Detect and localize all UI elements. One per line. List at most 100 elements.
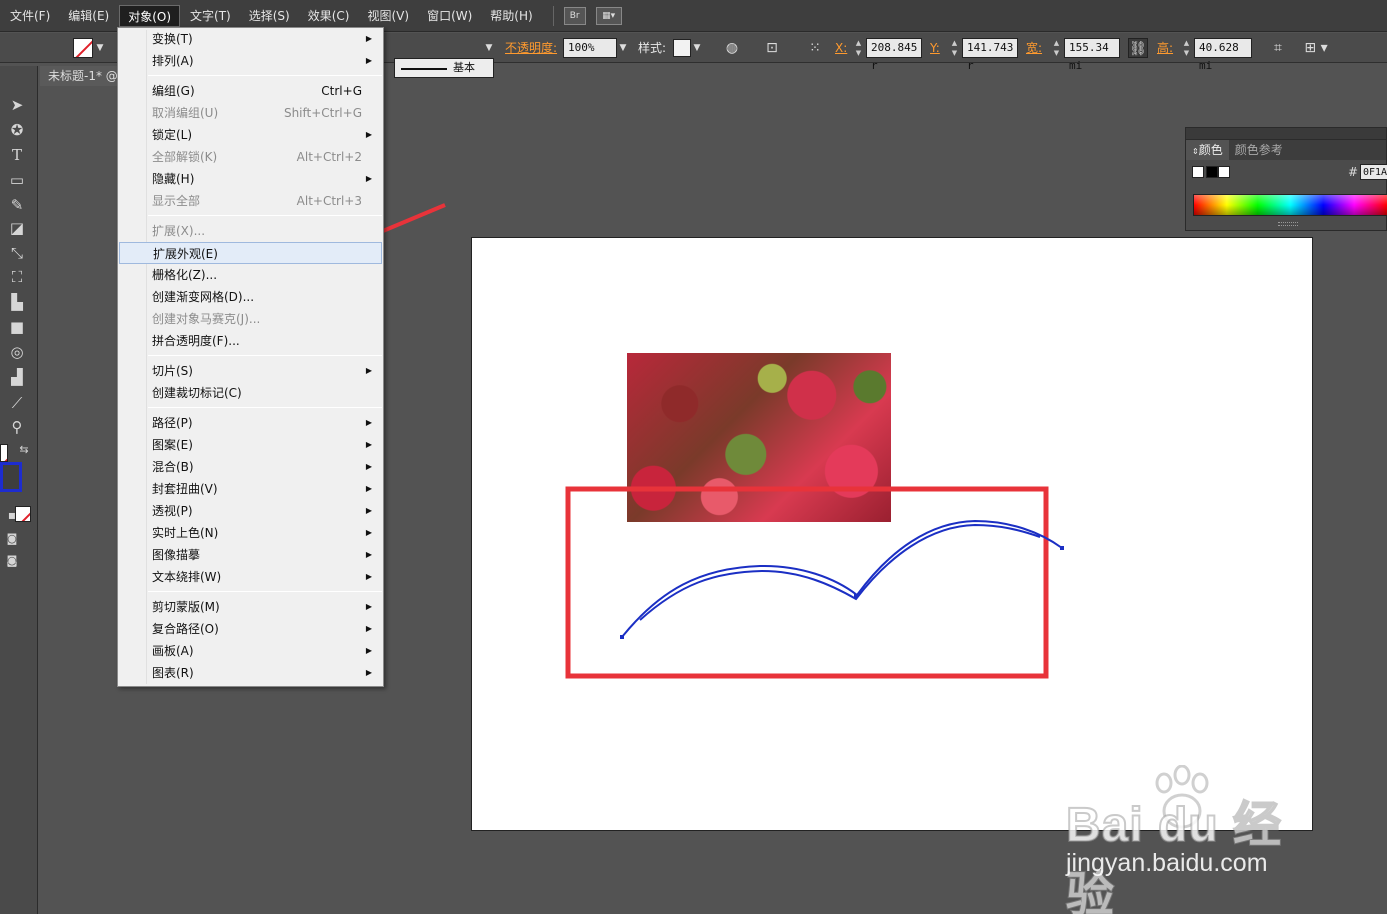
hex-input[interactable]: 0F1A: [1360, 164, 1387, 180]
draw-mode-icon[interactable]: ◙ ◙: [0, 528, 24, 567]
stroke-color-swatch[interactable]: [73, 38, 93, 58]
menu-item-perspective[interactable]: 透视(P) ▶: [119, 500, 382, 522]
screen-mode-icon[interactable]: ▭: [0, 552, 24, 574]
menu-item-path[interactable]: 路径(P) ▶: [119, 412, 382, 434]
menu-object[interactable]: 对象(O): [119, 4, 181, 27]
selection-arrow-icon[interactable]: ➤: [5, 94, 29, 116]
menu-item-clipping-mask[interactable]: 剪切蒙版(M) ▶: [119, 596, 382, 618]
width-stepper[interactable]: ▲ ▼: [1051, 38, 1062, 58]
menu-type[interactable]: 文字(T): [182, 5, 239, 27]
panel-grip[interactable]: [1186, 128, 1386, 140]
none-mode-swatch[interactable]: [15, 506, 31, 522]
menu-item-graph[interactable]: 图表(R) ▶: [119, 662, 382, 684]
panel-resize-handle[interactable]: [1278, 222, 1298, 226]
workspace-layout-icon[interactable]: ▦▾: [595, 6, 622, 25]
menu-item-envelope-distort[interactable]: 封套扭曲(V) ▶: [119, 478, 382, 500]
bridge-icon[interactable]: Br: [563, 6, 586, 25]
autumn-leaves-image[interactable]: [627, 353, 891, 522]
fill-color-swatch[interactable]: [0, 462, 22, 492]
menu-item-slice[interactable]: 切片(S) ▶: [119, 360, 382, 382]
menu-item-lock[interactable]: 锁定(L) ▶: [119, 124, 382, 146]
black-swatch[interactable]: [1206, 166, 1218, 178]
menu-item-group[interactable]: 编组(G) Ctrl+G: [119, 80, 382, 102]
menu-item-unlock-all[interactable]: 全部解锁(K) Alt+Ctrl+2: [119, 146, 382, 168]
none-swatch[interactable]: [1192, 166, 1204, 178]
recolor-icon[interactable]: ◍: [722, 38, 742, 58]
align-to-icon[interactable]: ⊡: [762, 38, 782, 58]
menu-item-expand-appearance[interactable]: 扩展外观(E): [119, 242, 382, 264]
shape-builder-icon[interactable]: ◎: [5, 341, 29, 363]
width-input[interactable]: 155.34 mi: [1064, 38, 1120, 72]
menu-item-text-wrap[interactable]: 文本绕排(W) ▶: [119, 566, 382, 588]
gradient-icon[interactable]: ■: [5, 316, 29, 338]
zoom-icon[interactable]: ⚲: [5, 416, 29, 438]
opacity-input[interactable]: 100%: [563, 38, 617, 58]
x-input[interactable]: 208.845 r: [866, 38, 922, 72]
scale-icon[interactable]: ⤡: [5, 242, 29, 264]
menu-item-image-trace[interactable]: 图像描摹 ▶: [119, 544, 382, 566]
rectangle-icon[interactable]: ▭: [5, 169, 29, 191]
reference-point-icon[interactable]: ⁙: [805, 38, 825, 58]
stroke-none-swatch[interactable]: [0, 444, 8, 462]
menu-item-show-all[interactable]: 显示全部 Alt+Ctrl+3: [119, 190, 382, 212]
y-input[interactable]: 141.743 r: [962, 38, 1018, 72]
eraser-icon[interactable]: ◪: [5, 217, 29, 239]
color-spectrum[interactable]: [1193, 194, 1387, 216]
chevron-down-icon[interactable]: ▼: [94, 38, 106, 58]
menu-item-create-gradient-mesh[interactable]: 创建渐变网格(D)...: [119, 286, 382, 308]
free-transform-icon[interactable]: ⛶: [5, 266, 29, 288]
menu-item-pattern[interactable]: 图案(E) ▶: [119, 434, 382, 456]
menu-item-rasterize[interactable]: 栅格化(Z)...: [119, 264, 382, 286]
menu-item-create-object-mosaic[interactable]: 创建对象马赛克(J)...: [119, 308, 382, 330]
menu-select[interactable]: 选择(S): [241, 5, 298, 27]
panel-menu-icon[interactable]: ⊞ ▾: [1298, 38, 1334, 58]
chevron-down-icon[interactable]: ▼: [691, 38, 703, 58]
width-label[interactable]: 宽:: [1026, 38, 1042, 58]
height-label[interactable]: 高:: [1157, 38, 1173, 58]
x-label[interactable]: X:: [835, 38, 847, 58]
type-icon[interactable]: T: [5, 144, 29, 166]
menu-item-expand[interactable]: 扩展(X)...: [119, 220, 382, 242]
menu-window[interactable]: 窗口(W): [419, 5, 480, 27]
height-stepper[interactable]: ▲ ▼: [1181, 38, 1192, 58]
graph-icon[interactable]: ▟: [5, 366, 29, 388]
tab-color[interactable]: ⇕颜色: [1186, 140, 1229, 160]
chevron-down-icon[interactable]: ▼: [617, 38, 629, 58]
chevron-down-icon[interactable]: ▼: [483, 38, 495, 58]
menu-item-create-trim-marks[interactable]: 创建裁切标记(C): [119, 382, 382, 404]
artboard[interactable]: [471, 237, 1313, 831]
pencil-icon[interactable]: ✎: [5, 194, 29, 216]
menu-item-hide[interactable]: 隐藏(H) ▶: [119, 168, 382, 190]
menu-item-artboards[interactable]: 画板(A) ▶: [119, 640, 382, 662]
menu-item-transform[interactable]: 变换(T) ▶: [119, 28, 382, 50]
transform-icon[interactable]: ⌗: [1268, 38, 1288, 58]
swap-colors-icon[interactable]: ⇆: [12, 439, 36, 461]
document-tab[interactable]: 未标题-1* @: [40, 66, 120, 86]
menu-item-ungroup[interactable]: 取消编组(U) Shift+Ctrl+G: [119, 102, 382, 124]
menu-edit[interactable]: 编辑(E): [60, 5, 117, 27]
menu-view[interactable]: 视图(V): [359, 5, 417, 27]
link-icon[interactable]: ⛓: [1128, 38, 1148, 58]
style-swatch[interactable]: [673, 39, 691, 57]
opacity-label[interactable]: 不透明度:: [505, 38, 557, 58]
menu-help[interactable]: 帮助(H): [482, 5, 540, 27]
white-swatch[interactable]: [1218, 166, 1230, 178]
eyedropper-icon[interactable]: ⟋: [5, 392, 29, 414]
x-stepper[interactable]: ▲ ▼: [853, 38, 864, 58]
menu-item-compound-path[interactable]: 复合路径(O) ▶: [119, 618, 382, 640]
menu-effect[interactable]: 效果(C): [300, 5, 358, 27]
lasso-icon[interactable]: ✪: [5, 119, 29, 141]
height-input[interactable]: 40.628 mi: [1194, 38, 1252, 72]
symbol-sprayer-icon[interactable]: ▙: [5, 291, 29, 313]
tab-color-guide[interactable]: 颜色参考: [1229, 140, 1289, 160]
y-label[interactable]: Y:: [930, 38, 940, 58]
menu-item-shortcut: Alt+Ctrl+2: [296, 150, 362, 164]
submenu-arrow-icon: ▶: [365, 130, 372, 139]
stroke-style-select[interactable]: 基本: [394, 58, 494, 78]
menu-item-blend[interactable]: 混合(B) ▶: [119, 456, 382, 478]
menu-file[interactable]: 文件(F): [2, 5, 58, 27]
y-stepper[interactable]: ▲ ▼: [949, 38, 960, 58]
menu-item-flatten-transparency[interactable]: 拼合透明度(F)...: [119, 330, 382, 352]
menu-item-arrange[interactable]: 排列(A) ▶: [119, 50, 382, 72]
menu-item-live-paint[interactable]: 实时上色(N) ▶: [119, 522, 382, 544]
